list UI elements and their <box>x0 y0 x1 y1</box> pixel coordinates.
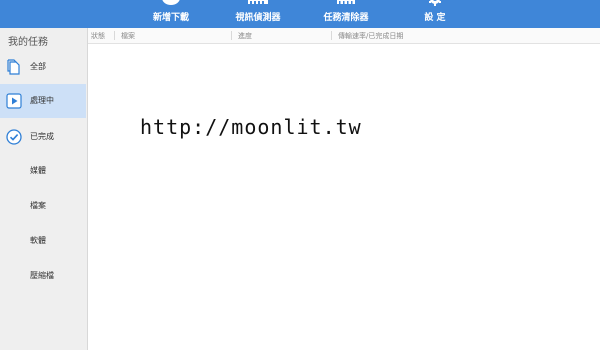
settings-button[interactable]: 設 定 <box>415 0 455 28</box>
sidebar-item-processing[interactable]: 處理中 <box>0 84 86 118</box>
new-download-button[interactable]: 新增下載 <box>146 0 196 28</box>
check-circle-icon <box>6 129 22 145</box>
column-progress[interactable]: 進度 <box>238 31 252 41</box>
task-list-area: http://moonlit.tw <box>88 44 600 350</box>
column-status[interactable]: 狀態 <box>91 31 105 41</box>
settings-label: 設 定 <box>424 13 446 23</box>
play-icon <box>6 93 22 109</box>
sidebar-subitem-media[interactable]: 媒體 <box>30 165 46 176</box>
sidebar-subitem-files[interactable]: 檔案 <box>30 200 46 211</box>
sidebar-item-all-label: 全部 <box>30 62 46 71</box>
video-detector-button[interactable]: 視訊偵測器 <box>232 0 284 28</box>
watermark-url: http://moonlit.tw <box>140 115 362 139</box>
task-cleaner-button[interactable]: 任務清除器 <box>320 0 372 28</box>
task-cleaner-label: 任務清除器 <box>323 13 369 23</box>
document-icon <box>7 59 20 75</box>
sidebar-title: 我的任務 <box>8 37 48 48</box>
film-strip-icon <box>248 0 268 4</box>
gear-icon <box>429 0 441 6</box>
video-detector-label: 視訊偵測器 <box>235 13 281 23</box>
sidebar: 我的任務 全部 處理中 已完成 媒體 檔案 軟體 壓縮檔 <box>0 28 88 350</box>
column-speed-date[interactable]: 傳輸速率/已完成日期 <box>338 31 403 41</box>
column-divider <box>231 31 232 40</box>
broom-icon <box>337 0 355 4</box>
sidebar-subitem-archives[interactable]: 壓縮檔 <box>30 270 54 281</box>
sidebar-item-all[interactable]: 全部 <box>0 50 86 84</box>
sidebar-item-processing-label: 處理中 <box>30 96 54 105</box>
sidebar-subitem-software[interactable]: 軟體 <box>30 235 46 246</box>
column-file[interactable]: 檔案 <box>121 31 135 41</box>
column-divider <box>114 31 115 40</box>
new-download-label: 新增下載 <box>152 13 189 23</box>
top-toolbar: 新增下載 視訊偵測器 任務清除器 設 定 <box>0 0 600 28</box>
column-divider <box>331 31 332 40</box>
plus-circle-icon <box>162 0 180 5</box>
column-header: 狀態 檔案 進度 傳輸速率/已完成日期 <box>88 28 600 44</box>
sidebar-item-completed-label: 已完成 <box>30 132 54 141</box>
sidebar-item-completed[interactable]: 已完成 <box>0 120 86 154</box>
